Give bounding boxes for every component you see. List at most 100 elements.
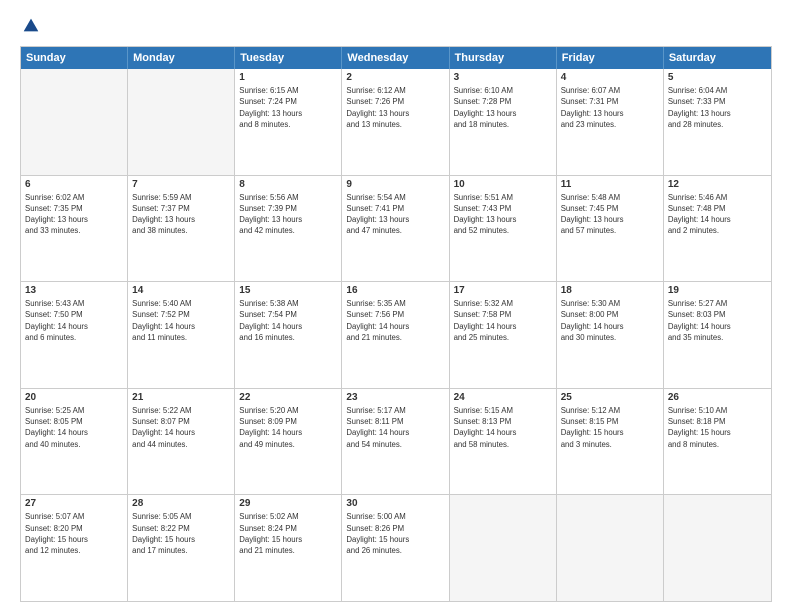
day-cell-17: 17 Sunrise: 5:32 AMSunset: 7:58 PMDayligh… xyxy=(450,282,557,388)
day-number: 13 xyxy=(25,285,123,296)
day-number: 14 xyxy=(132,285,230,296)
day-cell-19: 19Sunrise: 5:27 AMSunset: 8:03 PMDayligh… xyxy=(664,282,771,388)
calendar-header: SundayMondayTuesdayWednesdayThursdayFrid… xyxy=(21,47,771,69)
cell-info: Sunrise: 6:12 AMSunset: 7:26 PMDaylight:… xyxy=(346,85,444,130)
day-number: 20 xyxy=(25,392,123,403)
cell-info: Sunrise: 5:54 AMSunset: 7:41 PMDaylight:… xyxy=(346,192,444,237)
day-cell-10: 10Sunrise: 5:51 AMSunset: 7:43 PMDayligh… xyxy=(450,176,557,282)
cell-info: Sunrise: 5:22 AMSunset: 8:07 PMDaylight:… xyxy=(132,405,230,450)
cell-info: Sunrise: 5:43 AMSunset: 7:50 PMDaylight:… xyxy=(25,298,123,343)
empty-cell-0-0 xyxy=(21,69,128,175)
day-number: 19 xyxy=(668,285,767,296)
calendar-row-4: 20 Sunrise: 5:25 AMSunset: 8:05 PMDayligh… xyxy=(21,388,771,495)
day-cell-27: 27 Sunrise: 5:07 AMSunset: 8:20 PMDayligh… xyxy=(21,495,128,601)
day-cell-1: 1 Sunrise: 6:15 AMSunset: 7:24 PMDaylight… xyxy=(235,69,342,175)
day-number: 9 xyxy=(346,179,444,190)
day-number: 25 xyxy=(561,392,659,403)
day-number: 23 xyxy=(346,392,444,403)
cell-info: Sunrise: 5:38 AMSunset: 7:54 PMDaylight:… xyxy=(239,298,337,343)
cell-info: Sunrise: 6:02 AMSunset: 7:35 PMDaylight:… xyxy=(25,192,123,237)
day-cell-28: 28Sunrise: 5:05 AMSunset: 8:22 PMDayligh… xyxy=(128,495,235,601)
day-cell-30: 30 Sunrise: 5:00 AMSunset: 8:26 PMDayligh… xyxy=(342,495,449,601)
day-cell-6: 6 Sunrise: 6:02 AMSunset: 7:35 PMDaylight… xyxy=(21,176,128,282)
cell-info: Sunrise: 5:30 AMSunset: 8:00 PMDaylight:… xyxy=(561,298,659,343)
day-cell-20: 20 Sunrise: 5:25 AMSunset: 8:05 PMDayligh… xyxy=(21,389,128,495)
day-cell-24: 24 Sunrise: 5:15 AMSunset: 8:13 PMDayligh… xyxy=(450,389,557,495)
day-number: 6 xyxy=(25,179,123,190)
cell-info: Sunrise: 5:05 AMSunset: 8:22 PMDaylight:… xyxy=(132,511,230,556)
day-number: 11 xyxy=(561,179,659,190)
header xyxy=(20,18,772,36)
day-cell-4: 4Sunrise: 6:07 AMSunset: 7:31 PMDaylight… xyxy=(557,69,664,175)
cell-info: Sunrise: 6:15 AMSunset: 7:24 PMDaylight:… xyxy=(239,85,337,130)
cell-info: Sunrise: 6:04 AMSunset: 7:33 PMDaylight:… xyxy=(668,85,767,130)
day-cell-5: 5 Sunrise: 6:04 AMSunset: 7:33 PMDaylight… xyxy=(664,69,771,175)
logo xyxy=(20,18,40,36)
day-number: 1 xyxy=(239,72,337,83)
cell-info: Sunrise: 5:12 AMSunset: 8:15 PMDaylight:… xyxy=(561,405,659,450)
day-number: 17 xyxy=(454,285,552,296)
day-cell-25: 25 Sunrise: 5:12 AMSunset: 8:15 PMDayligh… xyxy=(557,389,664,495)
day-cell-9: 9 Sunrise: 5:54 AMSunset: 7:41 PMDaylight… xyxy=(342,176,449,282)
day-number: 15 xyxy=(239,285,337,296)
day-number: 24 xyxy=(454,392,552,403)
calendar-row-2: 6 Sunrise: 6:02 AMSunset: 7:35 PMDaylight… xyxy=(21,175,771,282)
calendar-body: 1 Sunrise: 6:15 AMSunset: 7:24 PMDaylight… xyxy=(21,69,771,601)
day-cell-15: 15 Sunrise: 5:38 AMSunset: 7:54 PMDayligh… xyxy=(235,282,342,388)
cell-info: Sunrise: 5:25 AMSunset: 8:05 PMDaylight:… xyxy=(25,405,123,450)
day-number: 8 xyxy=(239,179,337,190)
day-cell-13: 13 Sunrise: 5:43 AMSunset: 7:50 PMDayligh… xyxy=(21,282,128,388)
cell-info: Sunrise: 5:17 AMSunset: 8:11 PMDaylight:… xyxy=(346,405,444,450)
day-number: 18 xyxy=(561,285,659,296)
day-number: 5 xyxy=(668,72,767,83)
cell-info: Sunrise: 5:40 AMSunset: 7:52 PMDaylight:… xyxy=(132,298,230,343)
calendar-row-1: 1 Sunrise: 6:15 AMSunset: 7:24 PMDaylight… xyxy=(21,69,771,175)
cell-info: Sunrise: 5:07 AMSunset: 8:20 PMDaylight:… xyxy=(25,511,123,556)
day-cell-29: 29 Sunrise: 5:02 AMSunset: 8:24 PMDayligh… xyxy=(235,495,342,601)
day-cell-2: 2 Sunrise: 6:12 AMSunset: 7:26 PMDaylight… xyxy=(342,69,449,175)
empty-cell-4-5 xyxy=(557,495,664,601)
day-number: 29 xyxy=(239,498,337,509)
day-number: 2 xyxy=(346,72,444,83)
day-number: 26 xyxy=(668,392,767,403)
day-cell-12: 12 Sunrise: 5:46 AMSunset: 7:48 PMDayligh… xyxy=(664,176,771,282)
day-cell-16: 16Sunrise: 5:35 AMSunset: 7:56 PMDayligh… xyxy=(342,282,449,388)
header-day-friday: Friday xyxy=(557,47,664,69)
day-number: 7 xyxy=(132,179,230,190)
day-number: 4 xyxy=(561,72,659,83)
calendar-row-3: 13 Sunrise: 5:43 AMSunset: 7:50 PMDayligh… xyxy=(21,281,771,388)
header-day-thursday: Thursday xyxy=(450,47,557,69)
cell-info: Sunrise: 5:59 AMSunset: 7:37 PMDaylight:… xyxy=(132,192,230,237)
day-number: 30 xyxy=(346,498,444,509)
day-cell-23: 23 Sunrise: 5:17 AMSunset: 8:11 PMDayligh… xyxy=(342,389,449,495)
cell-info: Sunrise: 6:10 AMSunset: 7:28 PMDaylight:… xyxy=(454,85,552,130)
day-number: 12 xyxy=(668,179,767,190)
day-cell-26: 26 Sunrise: 5:10 AMSunset: 8:18 PMDayligh… xyxy=(664,389,771,495)
day-cell-11: 11 Sunrise: 5:48 AMSunset: 7:45 PMDayligh… xyxy=(557,176,664,282)
day-number: 3 xyxy=(454,72,552,83)
cell-info: Sunrise: 5:48 AMSunset: 7:45 PMDaylight:… xyxy=(561,192,659,237)
day-number: 16 xyxy=(346,285,444,296)
cell-info: Sunrise: 5:02 AMSunset: 8:24 PMDaylight:… xyxy=(239,511,337,556)
cell-info: Sunrise: 5:15 AMSunset: 8:13 PMDaylight:… xyxy=(454,405,552,450)
cell-info: Sunrise: 5:00 AMSunset: 8:26 PMDaylight:… xyxy=(346,511,444,556)
header-day-monday: Monday xyxy=(128,47,235,69)
empty-cell-0-1 xyxy=(128,69,235,175)
cell-info: Sunrise: 5:10 AMSunset: 8:18 PMDaylight:… xyxy=(668,405,767,450)
calendar-row-5: 27 Sunrise: 5:07 AMSunset: 8:20 PMDayligh… xyxy=(21,494,771,601)
cell-info: Sunrise: 5:32 AMSunset: 7:58 PMDaylight:… xyxy=(454,298,552,343)
calendar: SundayMondayTuesdayWednesdayThursdayFrid… xyxy=(20,46,772,602)
day-number: 27 xyxy=(25,498,123,509)
header-day-tuesday: Tuesday xyxy=(235,47,342,69)
header-day-sunday: Sunday xyxy=(21,47,128,69)
logo-icon xyxy=(22,16,40,34)
page: SundayMondayTuesdayWednesdayThursdayFrid… xyxy=(0,0,792,612)
day-number: 22 xyxy=(239,392,337,403)
day-cell-14: 14 Sunrise: 5:40 AMSunset: 7:52 PMDayligh… xyxy=(128,282,235,388)
day-number: 21 xyxy=(132,392,230,403)
cell-info: Sunrise: 5:46 AMSunset: 7:48 PMDaylight:… xyxy=(668,192,767,237)
cell-info: Sunrise: 5:51 AMSunset: 7:43 PMDaylight:… xyxy=(454,192,552,237)
day-cell-22: 22Sunrise: 5:20 AMSunset: 8:09 PMDayligh… xyxy=(235,389,342,495)
header-day-saturday: Saturday xyxy=(664,47,771,69)
day-cell-18: 18 Sunrise: 5:30 AMSunset: 8:00 PMDayligh… xyxy=(557,282,664,388)
